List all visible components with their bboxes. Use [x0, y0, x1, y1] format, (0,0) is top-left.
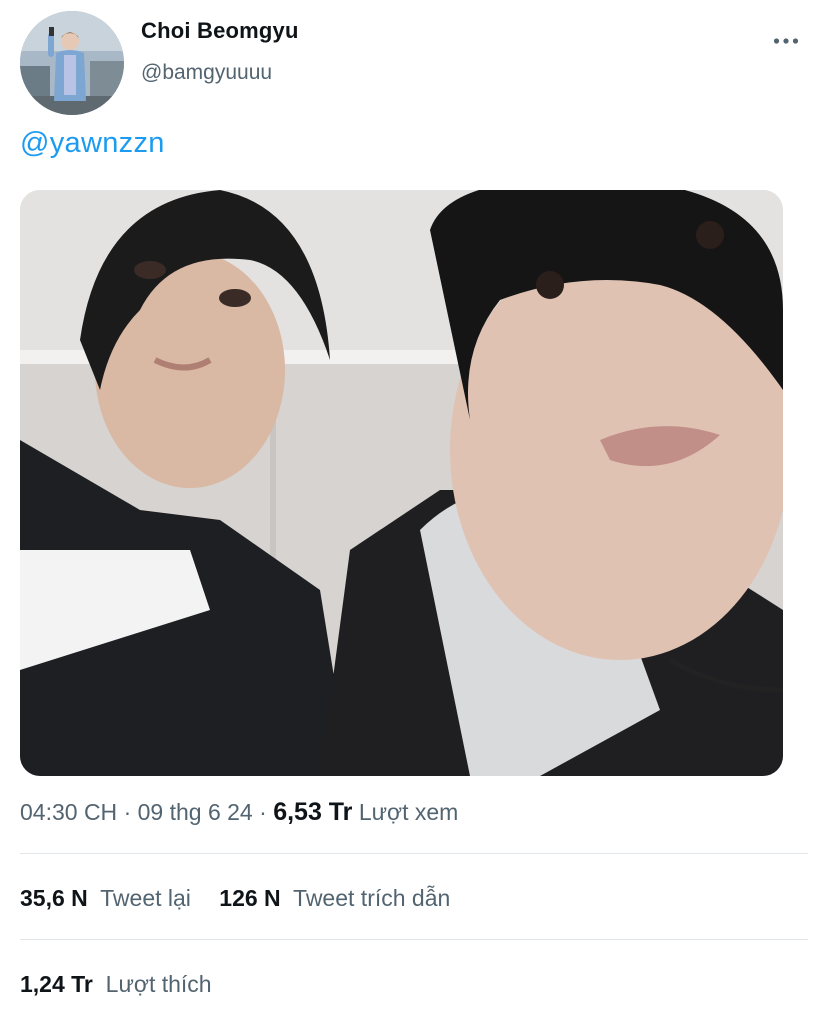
more-options-button[interactable]	[766, 26, 806, 56]
tweet-meta: 04:30 CH · 09 thg 6 24 · 6,53 Tr Lượt xe…	[20, 798, 458, 827]
views-count: 6,53 Tr	[273, 798, 353, 826]
tweet-text: @yawnzzn	[20, 127, 165, 160]
divider	[20, 939, 808, 940]
meta-separator: ·	[123, 799, 132, 825]
tweet-photo[interactable]	[20, 190, 783, 776]
meta-separator: ·	[259, 799, 267, 825]
views-label: Lượt xem	[358, 799, 459, 825]
avatar[interactable]	[20, 11, 124, 115]
retweets-stat[interactable]: 35,6 N Tweet lại	[20, 885, 191, 912]
quotes-label: Tweet trích dẫn	[293, 885, 451, 911]
mention-link[interactable]: @yawnzzn	[20, 127, 165, 159]
photo-image	[20, 190, 783, 776]
avatar-image	[20, 11, 124, 115]
quotes-count: 126 N	[219, 885, 281, 911]
likes-row: 1,24 Tr Lượt thích	[20, 971, 212, 998]
tweet-time[interactable]: 04:30 CH	[20, 799, 117, 825]
tweet-date[interactable]: 09 thg 6 24	[138, 799, 253, 825]
likes-label: Lượt thích	[105, 971, 212, 997]
retweets-count: 35,6 N	[20, 885, 88, 911]
more-horizontal-icon	[773, 38, 799, 44]
display-name[interactable]: Choi Beomgyu	[141, 18, 299, 44]
retweets-label: Tweet lại	[100, 885, 191, 911]
divider	[20, 853, 808, 854]
quote-tweets-stat[interactable]: 126 N Tweet trích dẫn	[219, 885, 450, 912]
engagement-row: 35,6 N Tweet lại 126 N Tweet trích dẫn	[20, 885, 450, 912]
likes-count: 1,24 Tr	[20, 971, 93, 997]
likes-stat[interactable]: 1,24 Tr Lượt thích	[20, 971, 212, 998]
user-handle[interactable]: @bamgyuuuu	[141, 61, 272, 85]
